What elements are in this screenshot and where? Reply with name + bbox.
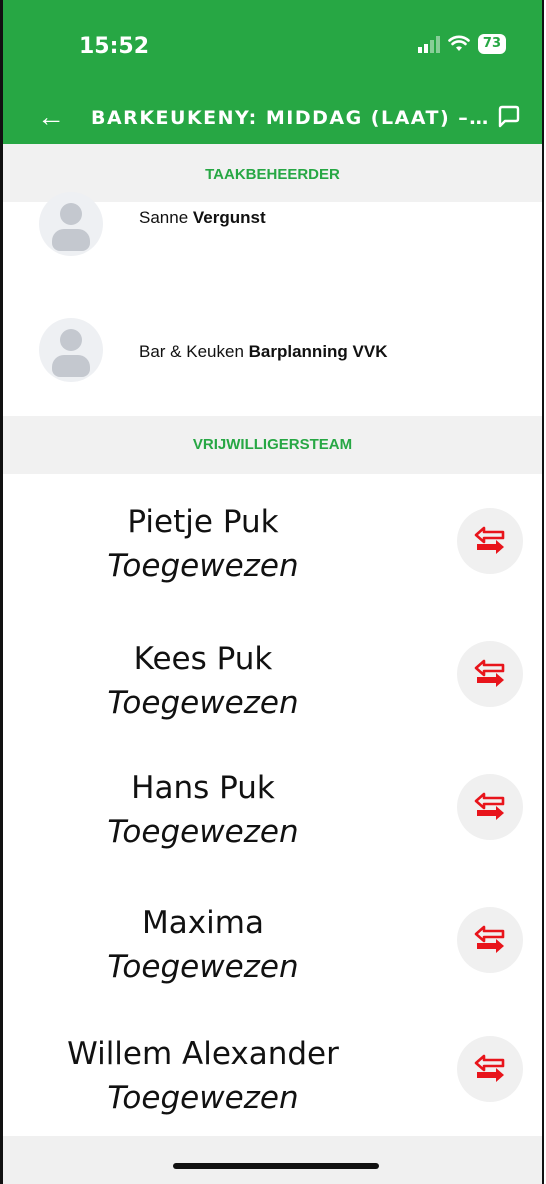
status-icons: 73 <box>417 34 506 54</box>
section-header-vrijwilligersteam: VRIJWILLIGERSTEAM <box>3 416 542 474</box>
page-title: BARKEUKENY: MIDDAG (LAAT) –… <box>91 107 490 129</box>
swap-button[interactable] <box>457 641 523 707</box>
swap-arrows-icon <box>474 526 505 554</box>
swap-button[interactable] <box>457 774 523 840</box>
volunteer-row: Hans Puk Toegewezen <box>3 740 542 874</box>
swap-arrows-icon <box>474 659 505 687</box>
manager-row-2[interactable]: Bar & Keuken Barplanning VVK <box>3 282 542 417</box>
volunteer-row: Pietje Puk Toegewezen <box>3 474 542 608</box>
volunteer-label: Kees Puk Toegewezen <box>107 641 299 721</box>
swap-arrows-icon <box>474 792 505 820</box>
home-indicator[interactable] <box>173 1163 379 1169</box>
signal-icon <box>417 35 440 53</box>
volunteer-label: Hans Puk Toegewezen <box>107 770 299 850</box>
manager-row-1[interactable]: Sanne Vergunst <box>3 192 542 283</box>
volunteer-row: Maxima Toegewezen <box>3 873 542 1007</box>
person-placeholder-icon <box>39 192 103 256</box>
status-bar: 15:52 73 <box>3 0 542 92</box>
volunteer-label: Maxima Toegewezen <box>107 905 299 985</box>
bottom-safe-area <box>3 1136 542 1184</box>
swap-arrows-icon <box>474 925 505 953</box>
section-header-taakbeheerder: TAAKBEHEERDER <box>3 144 542 202</box>
battery-icon: 73 <box>477 34 506 54</box>
volunteer-row: Willem Alexander Toegewezen <box>3 1006 542 1136</box>
volunteer-label: Willem Alexander Toegewezen <box>67 1036 339 1116</box>
swap-button[interactable] <box>457 1036 523 1102</box>
phone-screen: 15:52 73 ← BARKEUKENY: MIDDAG (LAAT) –… … <box>0 0 544 1184</box>
swap-arrows-icon <box>474 1054 505 1082</box>
manager-name-1: Sanne Vergunst <box>139 208 266 227</box>
chat-bubble-icon[interactable] <box>496 104 522 130</box>
swap-button[interactable] <box>457 508 523 574</box>
person-placeholder-icon <box>39 318 103 382</box>
manager-name-2: Bar & Keuken Barplanning VVK <box>139 342 388 361</box>
volunteer-label: Pietje Puk Toegewezen <box>107 504 299 584</box>
volunteer-row: Kees Puk Toegewezen <box>3 607 542 741</box>
app-bar: ← BARKEUKENY: MIDDAG (LAAT) –… <box>3 92 542 144</box>
wifi-icon <box>448 35 470 51</box>
back-arrow-icon[interactable]: ← <box>37 102 65 132</box>
status-time: 15:52 <box>79 34 150 59</box>
swap-button[interactable] <box>457 907 523 973</box>
